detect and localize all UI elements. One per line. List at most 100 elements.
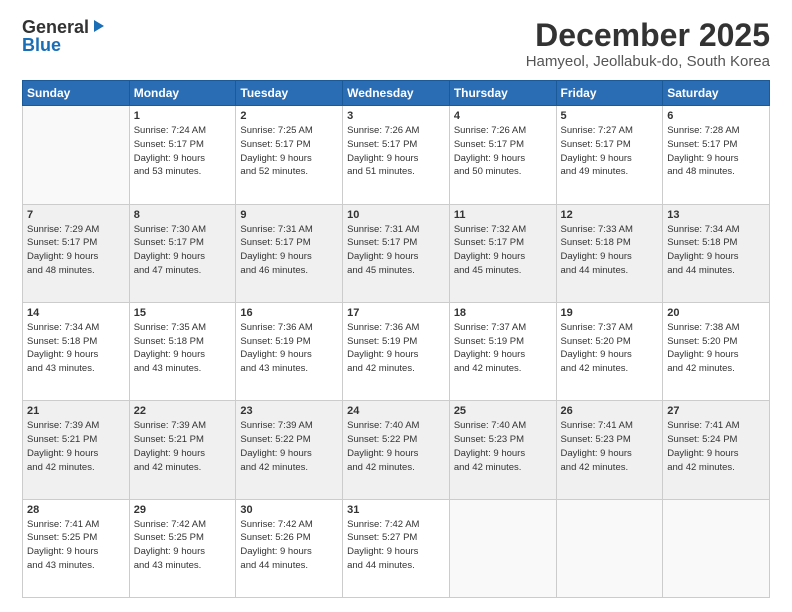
day-number: 26 [561,405,659,417]
day-number: 16 [240,307,338,319]
day-info: Sunrise: 7:39 AMSunset: 5:22 PMDaylight:… [240,419,338,474]
day-number: 8 [134,209,232,221]
table-row: 20 Sunrise: 7:38 AMSunset: 5:20 PMDayligh… [663,302,770,400]
table-row: 17 Sunrise: 7:36 AMSunset: 5:19 PMDayligh… [343,302,450,400]
day-info: Sunrise: 7:42 AMSunset: 5:25 PMDaylight:… [134,518,232,573]
day-info: Sunrise: 7:39 AMSunset: 5:21 PMDaylight:… [27,419,125,474]
day-number: 30 [240,504,338,516]
weekday-header-row: Sunday Monday Tuesday Wednesday Thursday… [23,81,770,106]
title-block: December 2025 Hamyeol, Jeollabuk-do, Sou… [526,18,770,70]
table-row: 19Sunrise: 7:37 AMSunset: 5:20 PMDayligh… [556,302,663,400]
day-info: Sunrise: 7:37 AMSunset: 5:19 PMDaylight:… [454,321,552,376]
day-number: 7 [27,209,125,221]
table-row: 22 Sunrise: 7:39 AMSunset: 5:21 PMDayligh… [129,401,236,499]
day-number: 21 [27,405,125,417]
logo-blue: Blue [22,36,61,54]
logo-general: General [22,18,89,36]
day-info: Sunrise: 7:34 AMSunset: 5:18 PMDaylight:… [667,223,765,278]
table-row: 11Sunrise: 7:32 AMSunset: 5:17 PMDayligh… [449,204,556,302]
table-row [449,499,556,597]
table-row: 13 Sunrise: 7:34 AMSunset: 5:18 PMDayligh… [663,204,770,302]
calendar-week-row: 1 Sunrise: 7:24 AMSunset: 5:17 PMDaylight… [23,106,770,204]
day-info: Sunrise: 7:40 AMSunset: 5:22 PMDaylight:… [347,419,445,474]
day-info: Sunrise: 7:34 AMSunset: 5:18 PMDaylight:… [27,321,125,376]
day-info: Sunrise: 7:24 AMSunset: 5:17 PMDaylight:… [134,124,232,179]
day-info: Sunrise: 7:41 AMSunset: 5:23 PMDaylight:… [561,419,659,474]
header-saturday: Saturday [663,81,770,106]
table-row: 4 Sunrise: 7:26 AMSunset: 5:17 PMDaylight… [449,106,556,204]
day-info: Sunrise: 7:30 AMSunset: 5:17 PMDaylight:… [134,223,232,278]
calendar-week-row: 28 Sunrise: 7:41 AMSunset: 5:25 PMDayligh… [23,499,770,597]
day-number: 13 [667,209,765,221]
day-number: 23 [240,405,338,417]
day-info: Sunrise: 7:38 AMSunset: 5:20 PMDaylight:… [667,321,765,376]
day-info: Sunrise: 7:29 AMSunset: 5:17 PMDaylight:… [27,223,125,278]
table-row: 29 Sunrise: 7:42 AMSunset: 5:25 PMDayligh… [129,499,236,597]
table-row: 16 Sunrise: 7:36 AMSunset: 5:19 PMDayligh… [236,302,343,400]
day-info: Sunrise: 7:41 AMSunset: 5:24 PMDaylight:… [667,419,765,474]
day-info: Sunrise: 7:36 AMSunset: 5:19 PMDaylight:… [347,321,445,376]
day-number: 18 [454,307,552,319]
table-row: 5 Sunrise: 7:27 AMSunset: 5:17 PMDaylight… [556,106,663,204]
table-row: 12 Sunrise: 7:33 AMSunset: 5:18 PMDayligh… [556,204,663,302]
table-row: 21 Sunrise: 7:39 AMSunset: 5:21 PMDayligh… [23,401,130,499]
day-number: 17 [347,307,445,319]
day-info: Sunrise: 7:33 AMSunset: 5:18 PMDaylight:… [561,223,659,278]
table-row: 7 Sunrise: 7:29 AMSunset: 5:17 PMDaylight… [23,204,130,302]
table-row [556,499,663,597]
day-info: Sunrise: 7:25 AMSunset: 5:17 PMDaylight:… [240,124,338,179]
day-number: 4 [454,110,552,122]
day-number: 9 [240,209,338,221]
day-info: Sunrise: 7:41 AMSunset: 5:25 PMDaylight:… [27,518,125,573]
day-number: 14 [27,307,125,319]
table-row: 3 Sunrise: 7:26 AMSunset: 5:17 PMDaylight… [343,106,450,204]
calendar-week-row: 21 Sunrise: 7:39 AMSunset: 5:21 PMDayligh… [23,401,770,499]
day-info: Sunrise: 7:31 AMSunset: 5:17 PMDaylight:… [240,223,338,278]
table-row: 10 Sunrise: 7:31 AMSunset: 5:17 PMDayligh… [343,204,450,302]
day-number: 20 [667,307,765,319]
header-wednesday: Wednesday [343,81,450,106]
day-info: Sunrise: 7:35 AMSunset: 5:18 PMDaylight:… [134,321,232,376]
day-info: Sunrise: 7:31 AMSunset: 5:17 PMDaylight:… [347,223,445,278]
logo: General Blue [22,18,106,54]
day-number: 27 [667,405,765,417]
table-row [23,106,130,204]
day-number: 22 [134,405,232,417]
table-row: 2Sunrise: 7:25 AMSunset: 5:17 PMDaylight… [236,106,343,204]
month-title: December 2025 [526,18,770,53]
table-row: 25Sunrise: 7:40 AMSunset: 5:23 PMDayligh… [449,401,556,499]
day-info: Sunrise: 7:27 AMSunset: 5:17 PMDaylight:… [561,124,659,179]
table-row: 14 Sunrise: 7:34 AMSunset: 5:18 PMDayligh… [23,302,130,400]
header-tuesday: Tuesday [236,81,343,106]
table-row: 23 Sunrise: 7:39 AMSunset: 5:22 PMDayligh… [236,401,343,499]
day-info: Sunrise: 7:26 AMSunset: 5:17 PMDaylight:… [454,124,552,179]
day-number: 10 [347,209,445,221]
day-info: Sunrise: 7:32 AMSunset: 5:17 PMDaylight:… [454,223,552,278]
table-row: 8 Sunrise: 7:30 AMSunset: 5:17 PMDaylight… [129,204,236,302]
day-info: Sunrise: 7:28 AMSunset: 5:17 PMDaylight:… [667,124,765,179]
table-row: 6Sunrise: 7:28 AMSunset: 5:17 PMDaylight… [663,106,770,204]
table-row [663,499,770,597]
day-number: 1 [134,110,232,122]
day-number: 12 [561,209,659,221]
header: General Blue December 2025 Hamyeol, Jeol… [22,18,770,70]
day-number: 28 [27,504,125,516]
day-number: 15 [134,307,232,319]
table-row: 1 Sunrise: 7:24 AMSunset: 5:17 PMDaylight… [129,106,236,204]
day-number: 29 [134,504,232,516]
day-number: 31 [347,504,445,516]
header-friday: Friday [556,81,663,106]
calendar-week-row: 7 Sunrise: 7:29 AMSunset: 5:17 PMDaylight… [23,204,770,302]
table-row: 30 Sunrise: 7:42 AMSunset: 5:26 PMDayligh… [236,499,343,597]
day-number: 3 [347,110,445,122]
header-thursday: Thursday [449,81,556,106]
table-row: 31Sunrise: 7:42 AMSunset: 5:27 PMDayligh… [343,499,450,597]
day-info: Sunrise: 7:39 AMSunset: 5:21 PMDaylight:… [134,419,232,474]
day-info: Sunrise: 7:36 AMSunset: 5:19 PMDaylight:… [240,321,338,376]
table-row: 28 Sunrise: 7:41 AMSunset: 5:25 PMDayligh… [23,499,130,597]
day-info: Sunrise: 7:26 AMSunset: 5:17 PMDaylight:… [347,124,445,179]
table-row: 24Sunrise: 7:40 AMSunset: 5:22 PMDayligh… [343,401,450,499]
day-number: 25 [454,405,552,417]
day-number: 5 [561,110,659,122]
day-info: Sunrise: 7:42 AMSunset: 5:26 PMDaylight:… [240,518,338,573]
